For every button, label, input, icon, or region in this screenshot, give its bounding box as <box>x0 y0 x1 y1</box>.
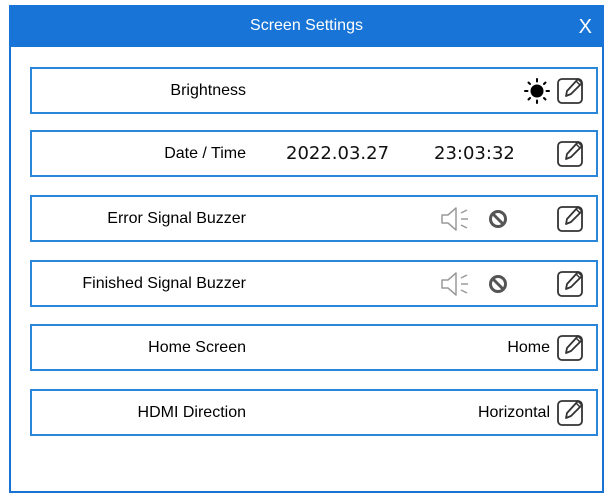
date-value: 2022.03.27 <box>286 143 390 164</box>
hdmi-direction-label: HDMI Direction <box>137 404 246 421</box>
pencil-edit-icon <box>557 78 583 104</box>
pencil-edit-icon <box>557 141 583 167</box>
disabled-icon <box>488 274 508 294</box>
finished-buzzer-label: Finished Signal Buzzer <box>82 275 246 292</box>
pencil-edit-icon <box>557 206 583 232</box>
home-screen-edit-button[interactable] <box>556 332 586 362</box>
datetime-row: Date / Time 2022.03.27 23:03:32 <box>30 130 598 177</box>
finished-buzzer-edit-button[interactable] <box>556 268 586 298</box>
hdmi-direction-edit-button[interactable] <box>556 397 586 427</box>
home-screen-value: Home <box>507 339 550 356</box>
error-buzzer-label: Error Signal Buzzer <box>107 210 246 227</box>
error-buzzer-row: Error Signal Buzzer <box>30 195 598 242</box>
speaker-icon <box>440 270 474 298</box>
disabled-icon <box>488 209 508 229</box>
hdmi-direction-value: Horizontal <box>477 404 550 421</box>
error-buzzer-edit-button[interactable] <box>556 203 586 233</box>
dialog-titlebar: Screen Settings X <box>9 5 604 47</box>
datetime-label: Date / Time <box>164 145 246 162</box>
home-screen-label: Home Screen <box>148 339 246 356</box>
brightness-edit-button[interactable] <box>556 75 586 105</box>
dialog-title: Screen Settings <box>250 17 363 34</box>
brightness-row: Brightness <box>30 67 598 114</box>
speaker-icon <box>440 205 474 233</box>
brightness-label: Brightness <box>170 82 246 99</box>
pencil-edit-icon <box>557 271 583 297</box>
time-value: 23:03:32 <box>434 143 515 164</box>
sun-icon <box>524 78 550 104</box>
home-screen-row: Home Screen Home <box>30 324 598 371</box>
datetime-edit-button[interactable] <box>556 138 586 168</box>
pencil-edit-icon <box>557 400 583 426</box>
finished-buzzer-row: Finished Signal Buzzer <box>30 260 598 307</box>
pencil-edit-icon <box>557 335 583 361</box>
hdmi-direction-row: HDMI Direction Horizontal <box>30 389 598 436</box>
close-button[interactable]: X <box>579 5 592 47</box>
